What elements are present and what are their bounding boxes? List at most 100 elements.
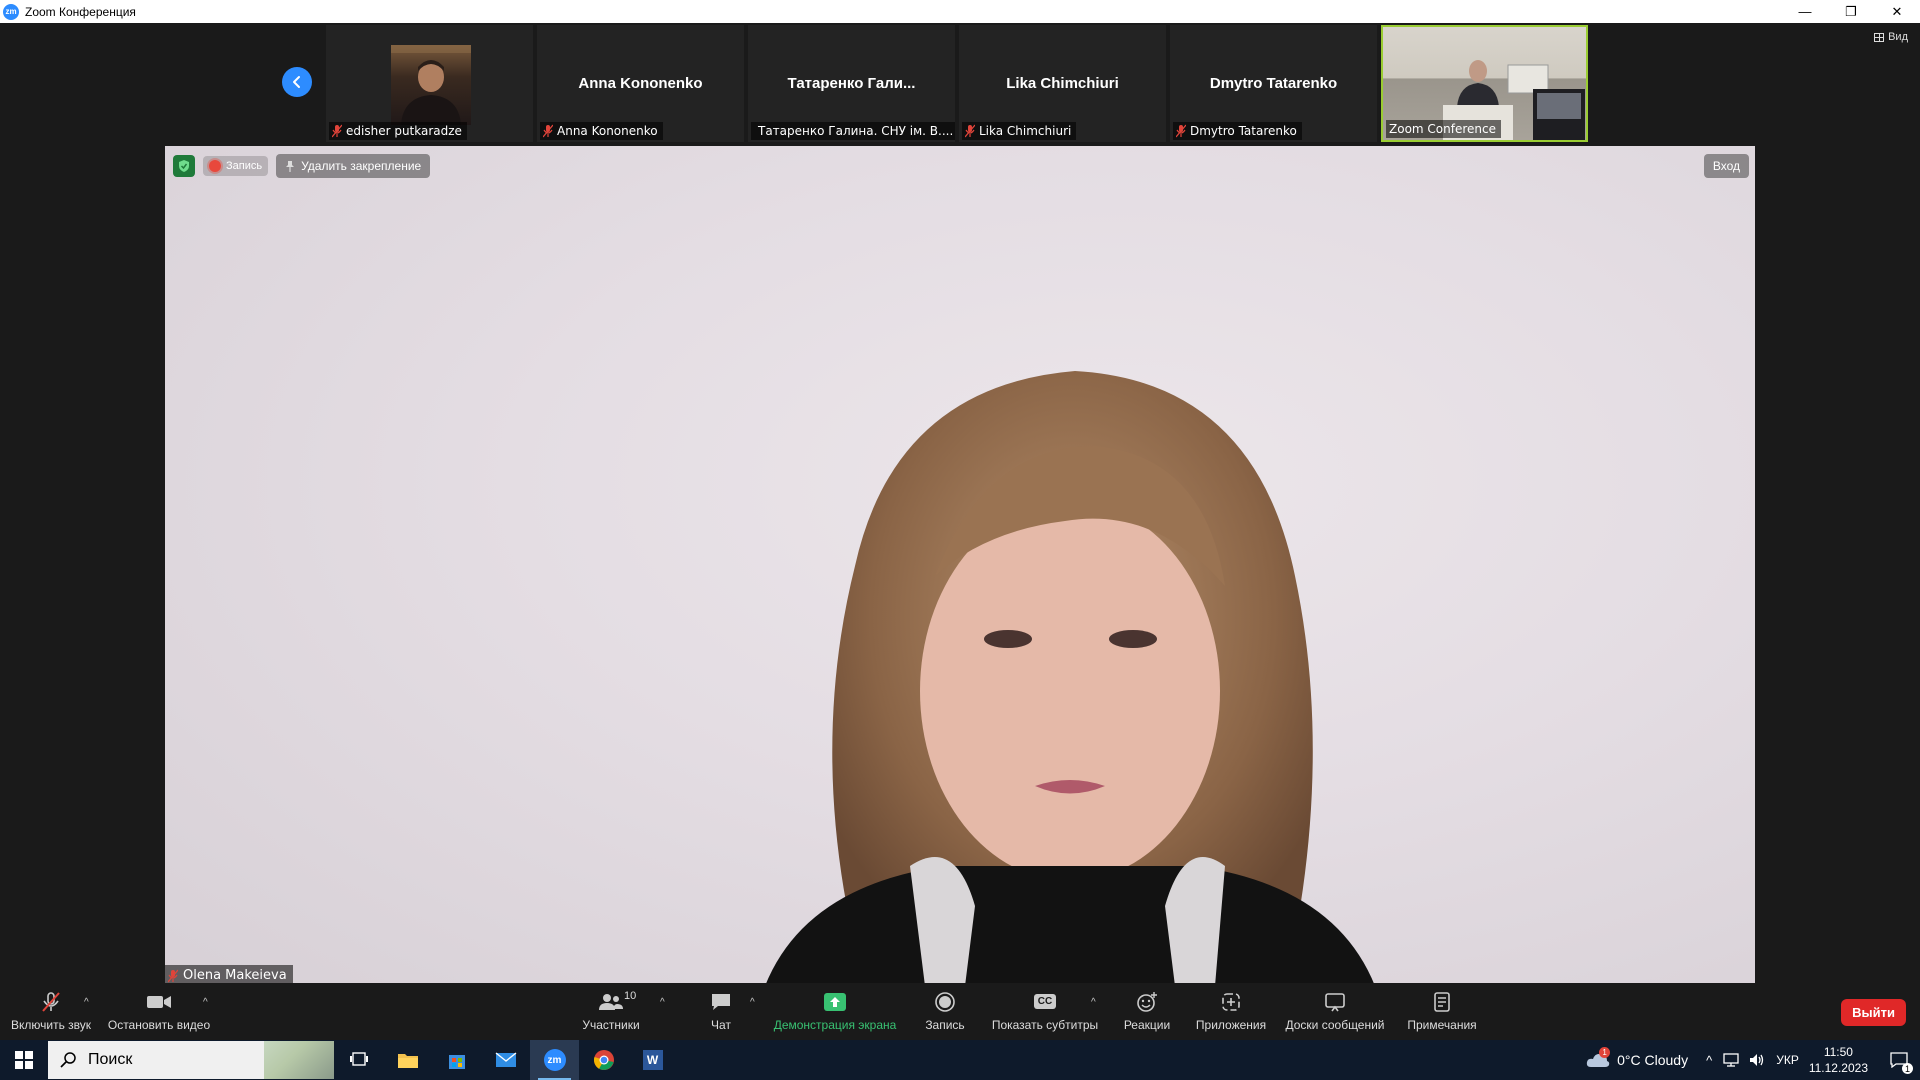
chat-button[interactable]: Чат <box>700 983 742 1040</box>
search-icon <box>60 1052 76 1068</box>
unmute-label: Включить звук <box>10 1017 92 1032</box>
participant-name: Татаренко Галина. СНУ ім. В.... <box>758 124 954 138</box>
network-icon[interactable] <box>1722 1052 1740 1068</box>
participant-display-name: Anna Kononenko <box>578 75 703 92</box>
clock-time: 11:50 <box>1823 1045 1853 1059</box>
smiley-plus-icon <box>1137 991 1157 1012</box>
zoom-taskbar-button[interactable]: zm <box>530 1040 579 1080</box>
minimize-button[interactable]: — <box>1782 0 1828 23</box>
window-controls: — ❐ ✕ <box>1782 0 1920 23</box>
mail-icon <box>495 1052 516 1067</box>
muted-mic-icon <box>1176 124 1186 138</box>
weather-widget[interactable]: 1 0°C Cloudy <box>1585 1047 1688 1069</box>
participant-label: Dmytro Tatarenko <box>1173 122 1302 140</box>
whiteboards-label: Доски сообщений <box>1285 1017 1385 1032</box>
store-button[interactable] <box>432 1040 481 1080</box>
store-icon <box>448 1055 465 1069</box>
language-indicator[interactable]: УКР <box>1776 1053 1799 1067</box>
record-button[interactable]: Запись <box>920 983 970 1040</box>
share-screen-button[interactable]: Демонстрация экрана <box>770 983 900 1040</box>
close-button[interactable]: ✕ <box>1874 0 1920 23</box>
reactions-label: Реакции <box>1123 1017 1171 1032</box>
video-options-caret-icon[interactable]: ^ <box>203 997 208 1008</box>
previous-page-button[interactable] <box>282 67 312 97</box>
start-button[interactable] <box>0 1040 48 1080</box>
whiteboard-icon <box>1325 992 1345 1011</box>
record-icon <box>935 991 955 1012</box>
taskbar-search[interactable]: Поиск <box>48 1041 334 1079</box>
volume-icon[interactable] <box>1748 1052 1766 1068</box>
windows-logo-icon <box>15 1051 33 1069</box>
participant-display-name: Татаренко Гали... <box>787 75 916 92</box>
view-label: Вид <box>1888 31 1908 43</box>
unpin-button[interactable]: Удалить закрепление <box>276 154 431 178</box>
participant-name: Anna Kononenko <box>557 124 658 138</box>
recording-indicator[interactable]: Запись <box>203 156 269 176</box>
notification-count: 1 <box>1902 1063 1913 1074</box>
participant-tile-active[interactable]: Zoom Conference <box>1381 25 1588 142</box>
task-view-icon <box>349 1052 368 1066</box>
clock-date: 11.12.2023 <box>1808 1061 1868 1075</box>
participants-button[interactable]: 10 Участники <box>574 983 648 1040</box>
participants-options-caret-icon[interactable]: ^ <box>660 997 665 1008</box>
unpin-label: Удалить закрепление <box>301 159 422 173</box>
word-app-icon: W <box>642 1050 663 1070</box>
unmute-button[interactable]: Включить звук <box>8 983 94 1040</box>
captions-options-caret-icon[interactable]: ^ <box>1091 997 1096 1008</box>
word-taskbar-button[interactable]: W <box>628 1040 677 1080</box>
participant-display-name: Lika Chimchiuri <box>1006 75 1119 92</box>
clock[interactable]: 11:50 11.12.2023 <box>1809 1044 1868 1076</box>
meeting-toolbar: Включить звук ^ Остановить видео ^ 10 Уч… <box>0 983 1920 1040</box>
security-shield-icon[interactable] <box>173 155 195 177</box>
task-view-button[interactable] <box>334 1040 383 1080</box>
meeting-area: Вид edisher putkaradze Anna Kononenko An… <box>0 23 1920 986</box>
participant-tile[interactable]: Lika Chimchiuri Lika Chimchiuri <box>959 25 1166 142</box>
chat-options-caret-icon[interactable]: ^ <box>750 997 755 1008</box>
participant-label: Anna Kononenko <box>540 122 663 140</box>
participant-tile[interactable]: Dmytro Tatarenko Dmytro Tatarenko <box>1170 25 1377 142</box>
notification-center-button[interactable]: 1 <box>1884 1052 1914 1074</box>
participant-video <box>391 45 471 125</box>
participant-name: edisher putkaradze <box>346 124 462 138</box>
leave-button[interactable]: Выйти <box>1841 999 1906 1026</box>
participant-tile[interactable]: Anna Kononenko Anna Kononenko <box>537 25 744 142</box>
stop-video-button[interactable]: Остановить видео <box>106 983 212 1040</box>
share-screen-label: Демонстрация экрана <box>773 1017 897 1032</box>
signin-button[interactable]: Вход <box>1703 154 1749 178</box>
notes-label: Примечания <box>1407 1017 1477 1032</box>
system-tray: 1 0°C Cloudy ^ УКР 11:50 11.12.2023 1 <box>1585 1040 1920 1080</box>
record-dot-icon <box>209 160 221 172</box>
show-hidden-icons-chevron-icon[interactable]: ^ <box>1706 1053 1712 1068</box>
share-screen-icon <box>824 992 846 1011</box>
record-label: Запись <box>925 1017 965 1032</box>
audio-options-caret-icon[interactable]: ^ <box>84 997 89 1008</box>
participant-tile[interactable]: Татаренко Гали... Татаренко Галина. СНУ … <box>748 25 955 142</box>
participants-count: 10 <box>624 989 637 1002</box>
captions-button[interactable]: CC Показать субтитры <box>990 983 1100 1040</box>
apps-button[interactable]: Приложения <box>1192 983 1270 1040</box>
main-video[interactable]: Запись Удалить закрепление Вход Olena Ma… <box>165 146 1755 986</box>
file-explorer-button[interactable] <box>383 1040 432 1080</box>
participant-name: Lika Chimchiuri <box>979 124 1072 138</box>
pin-icon <box>286 160 295 172</box>
title-bar: zm Zoom Конференция — ❐ ✕ <box>0 0 1920 23</box>
speaker-name: Olena Makeieva <box>183 968 287 983</box>
reactions-button[interactable]: Реакции <box>1120 983 1174 1040</box>
chevron-left-icon <box>293 76 300 88</box>
search-placeholder: Поиск <box>88 1051 133 1068</box>
restore-button[interactable]: ❐ <box>1828 0 1874 23</box>
notes-button[interactable]: Примечания <box>1404 983 1480 1040</box>
muted-mic-icon <box>543 124 553 138</box>
chrome-taskbar-button[interactable] <box>579 1040 628 1080</box>
video-camera-icon <box>147 995 171 1008</box>
captions-label: Показать субтитры <box>991 1017 1099 1032</box>
participant-tile[interactable]: edisher putkaradze <box>326 25 533 142</box>
view-button[interactable]: Вид <box>1874 31 1908 43</box>
mail-button[interactable] <box>481 1040 530 1080</box>
muted-mic-icon <box>332 124 342 138</box>
whiteboards-button[interactable]: Доски сообщений <box>1282 983 1388 1040</box>
participant-name: Zoom Conference <box>1389 122 1496 136</box>
participants-icon <box>599 993 623 1010</box>
zoom-logo-icon: zm <box>3 3 19 20</box>
folder-icon <box>397 1054 418 1068</box>
